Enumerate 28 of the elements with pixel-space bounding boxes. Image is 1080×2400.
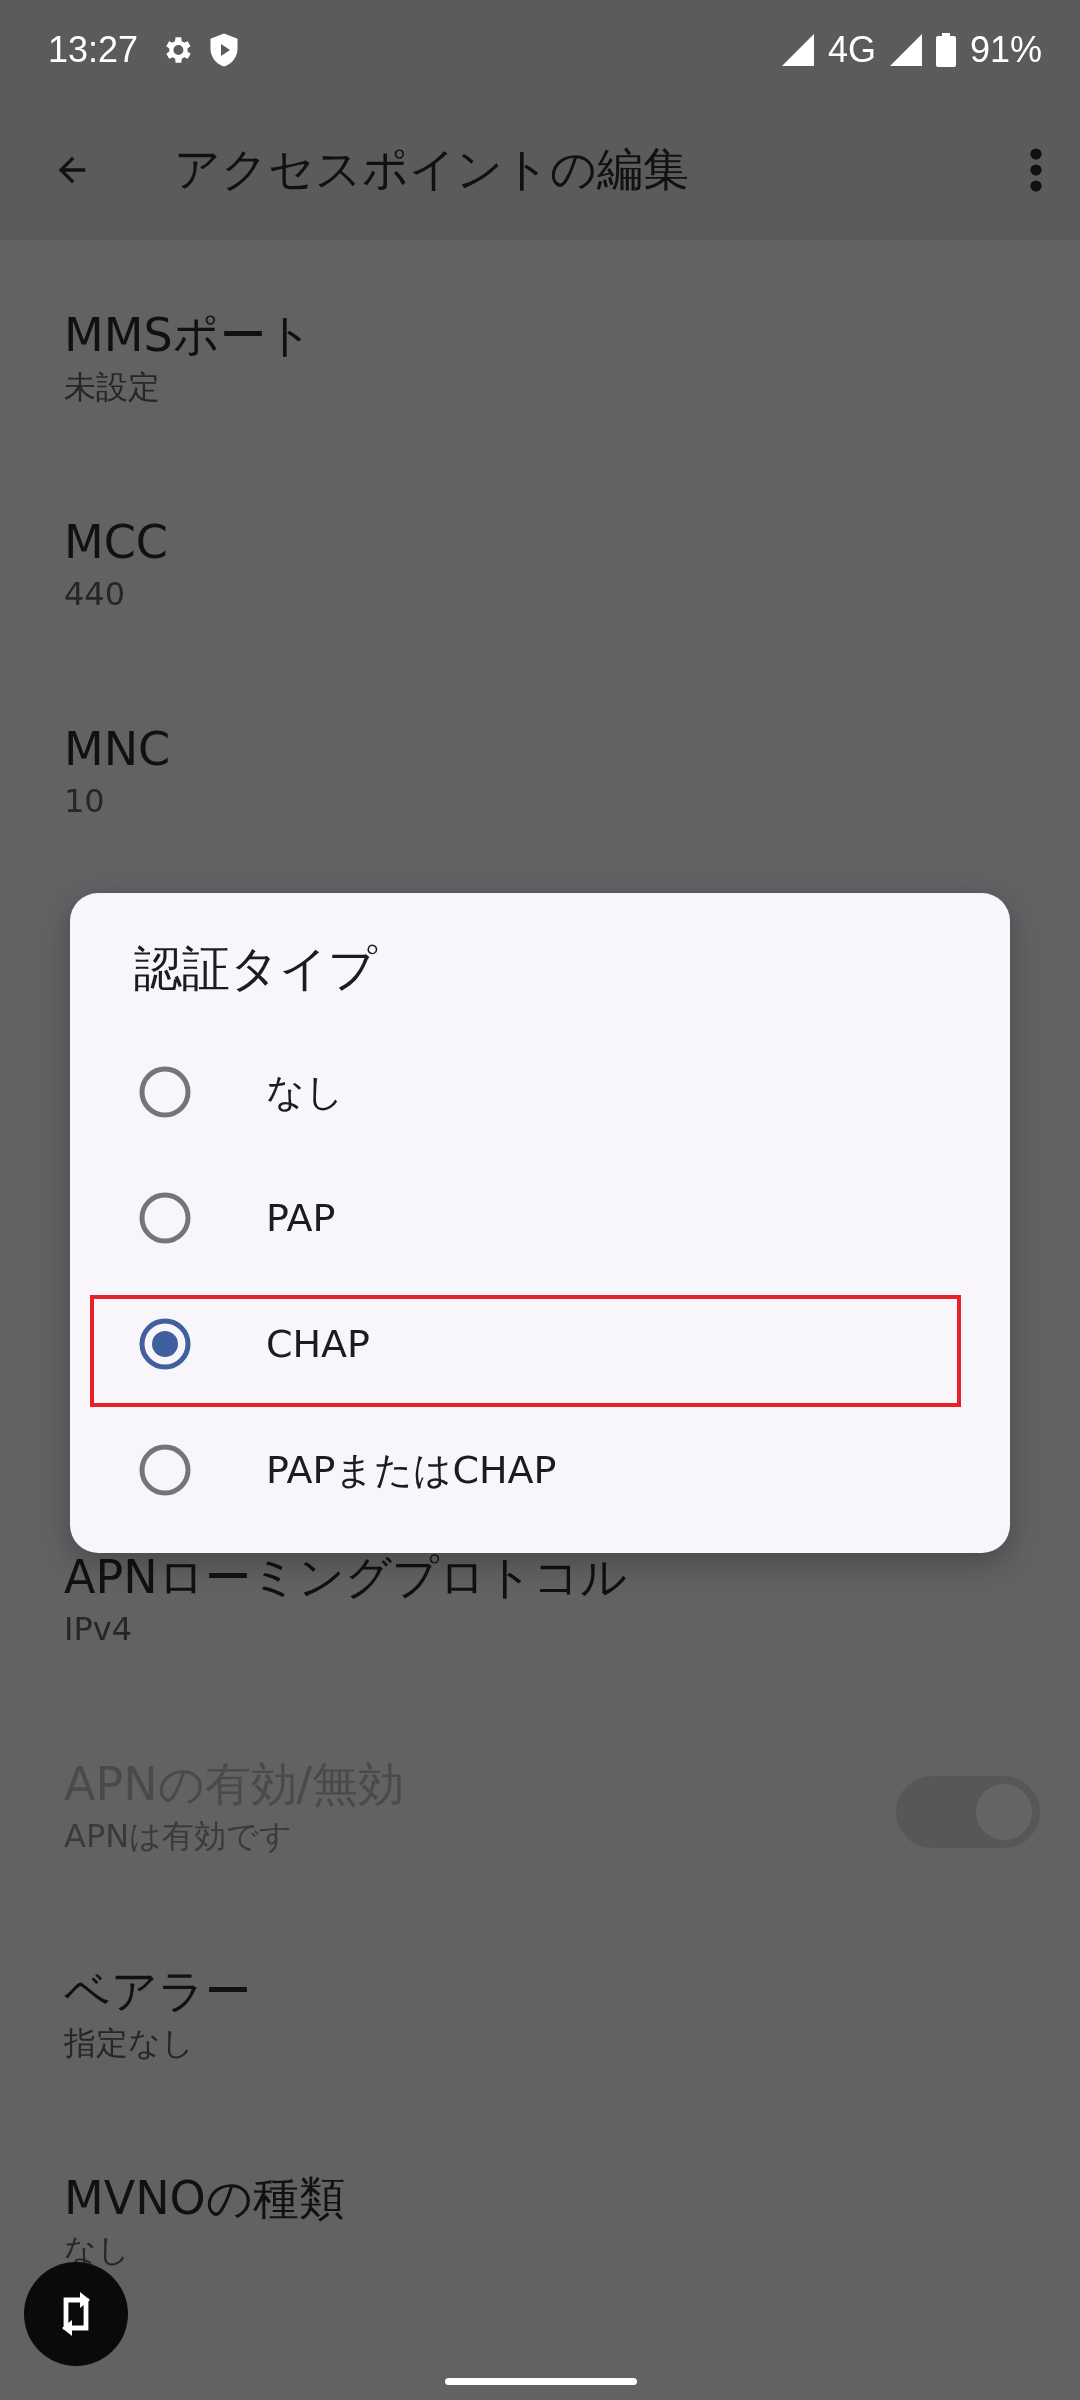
signal-icon (889, 34, 922, 66)
option-label[interactable]: なし (266, 1066, 344, 1118)
battery-level: 91% (969, 29, 1042, 71)
setting-value: 未設定 (64, 367, 160, 408)
option-label[interactable]: PAP (266, 1196, 336, 1240)
screen-title: アクセスポイントの編集 (174, 141, 690, 198)
shield-icon (208, 32, 241, 68)
clock: 13:27 (48, 29, 139, 71)
dialog-title: 認証タイプ (134, 939, 379, 998)
signal-icon (781, 34, 814, 66)
battery-icon (935, 33, 956, 67)
setting-title[interactable]: ベアラー (64, 1961, 251, 2021)
radio-button[interactable] (139, 1444, 191, 1496)
radio-button[interactable] (139, 1318, 191, 1370)
option-label[interactable]: PAPまたはCHAP (266, 1444, 557, 1496)
radio-button[interactable] (139, 1192, 191, 1244)
radio-button[interactable] (139, 1066, 191, 1118)
setting-title[interactable]: MNC (64, 719, 171, 779)
setting-title[interactable]: MMSポート (64, 305, 313, 365)
setting-value: 440 (64, 574, 126, 615)
network-type: 4G (827, 29, 876, 71)
setting-value: 10 (64, 781, 105, 822)
setting-value: 指定なし (64, 2023, 194, 2064)
option-label[interactable]: CHAP (266, 1322, 371, 1366)
setting-value: IPv4 (64, 1609, 133, 1650)
setting-title[interactable]: MVNOの種類 (64, 2168, 345, 2228)
setting-title[interactable]: MCC (64, 512, 168, 572)
more-options-icon[interactable] (1030, 148, 1042, 192)
